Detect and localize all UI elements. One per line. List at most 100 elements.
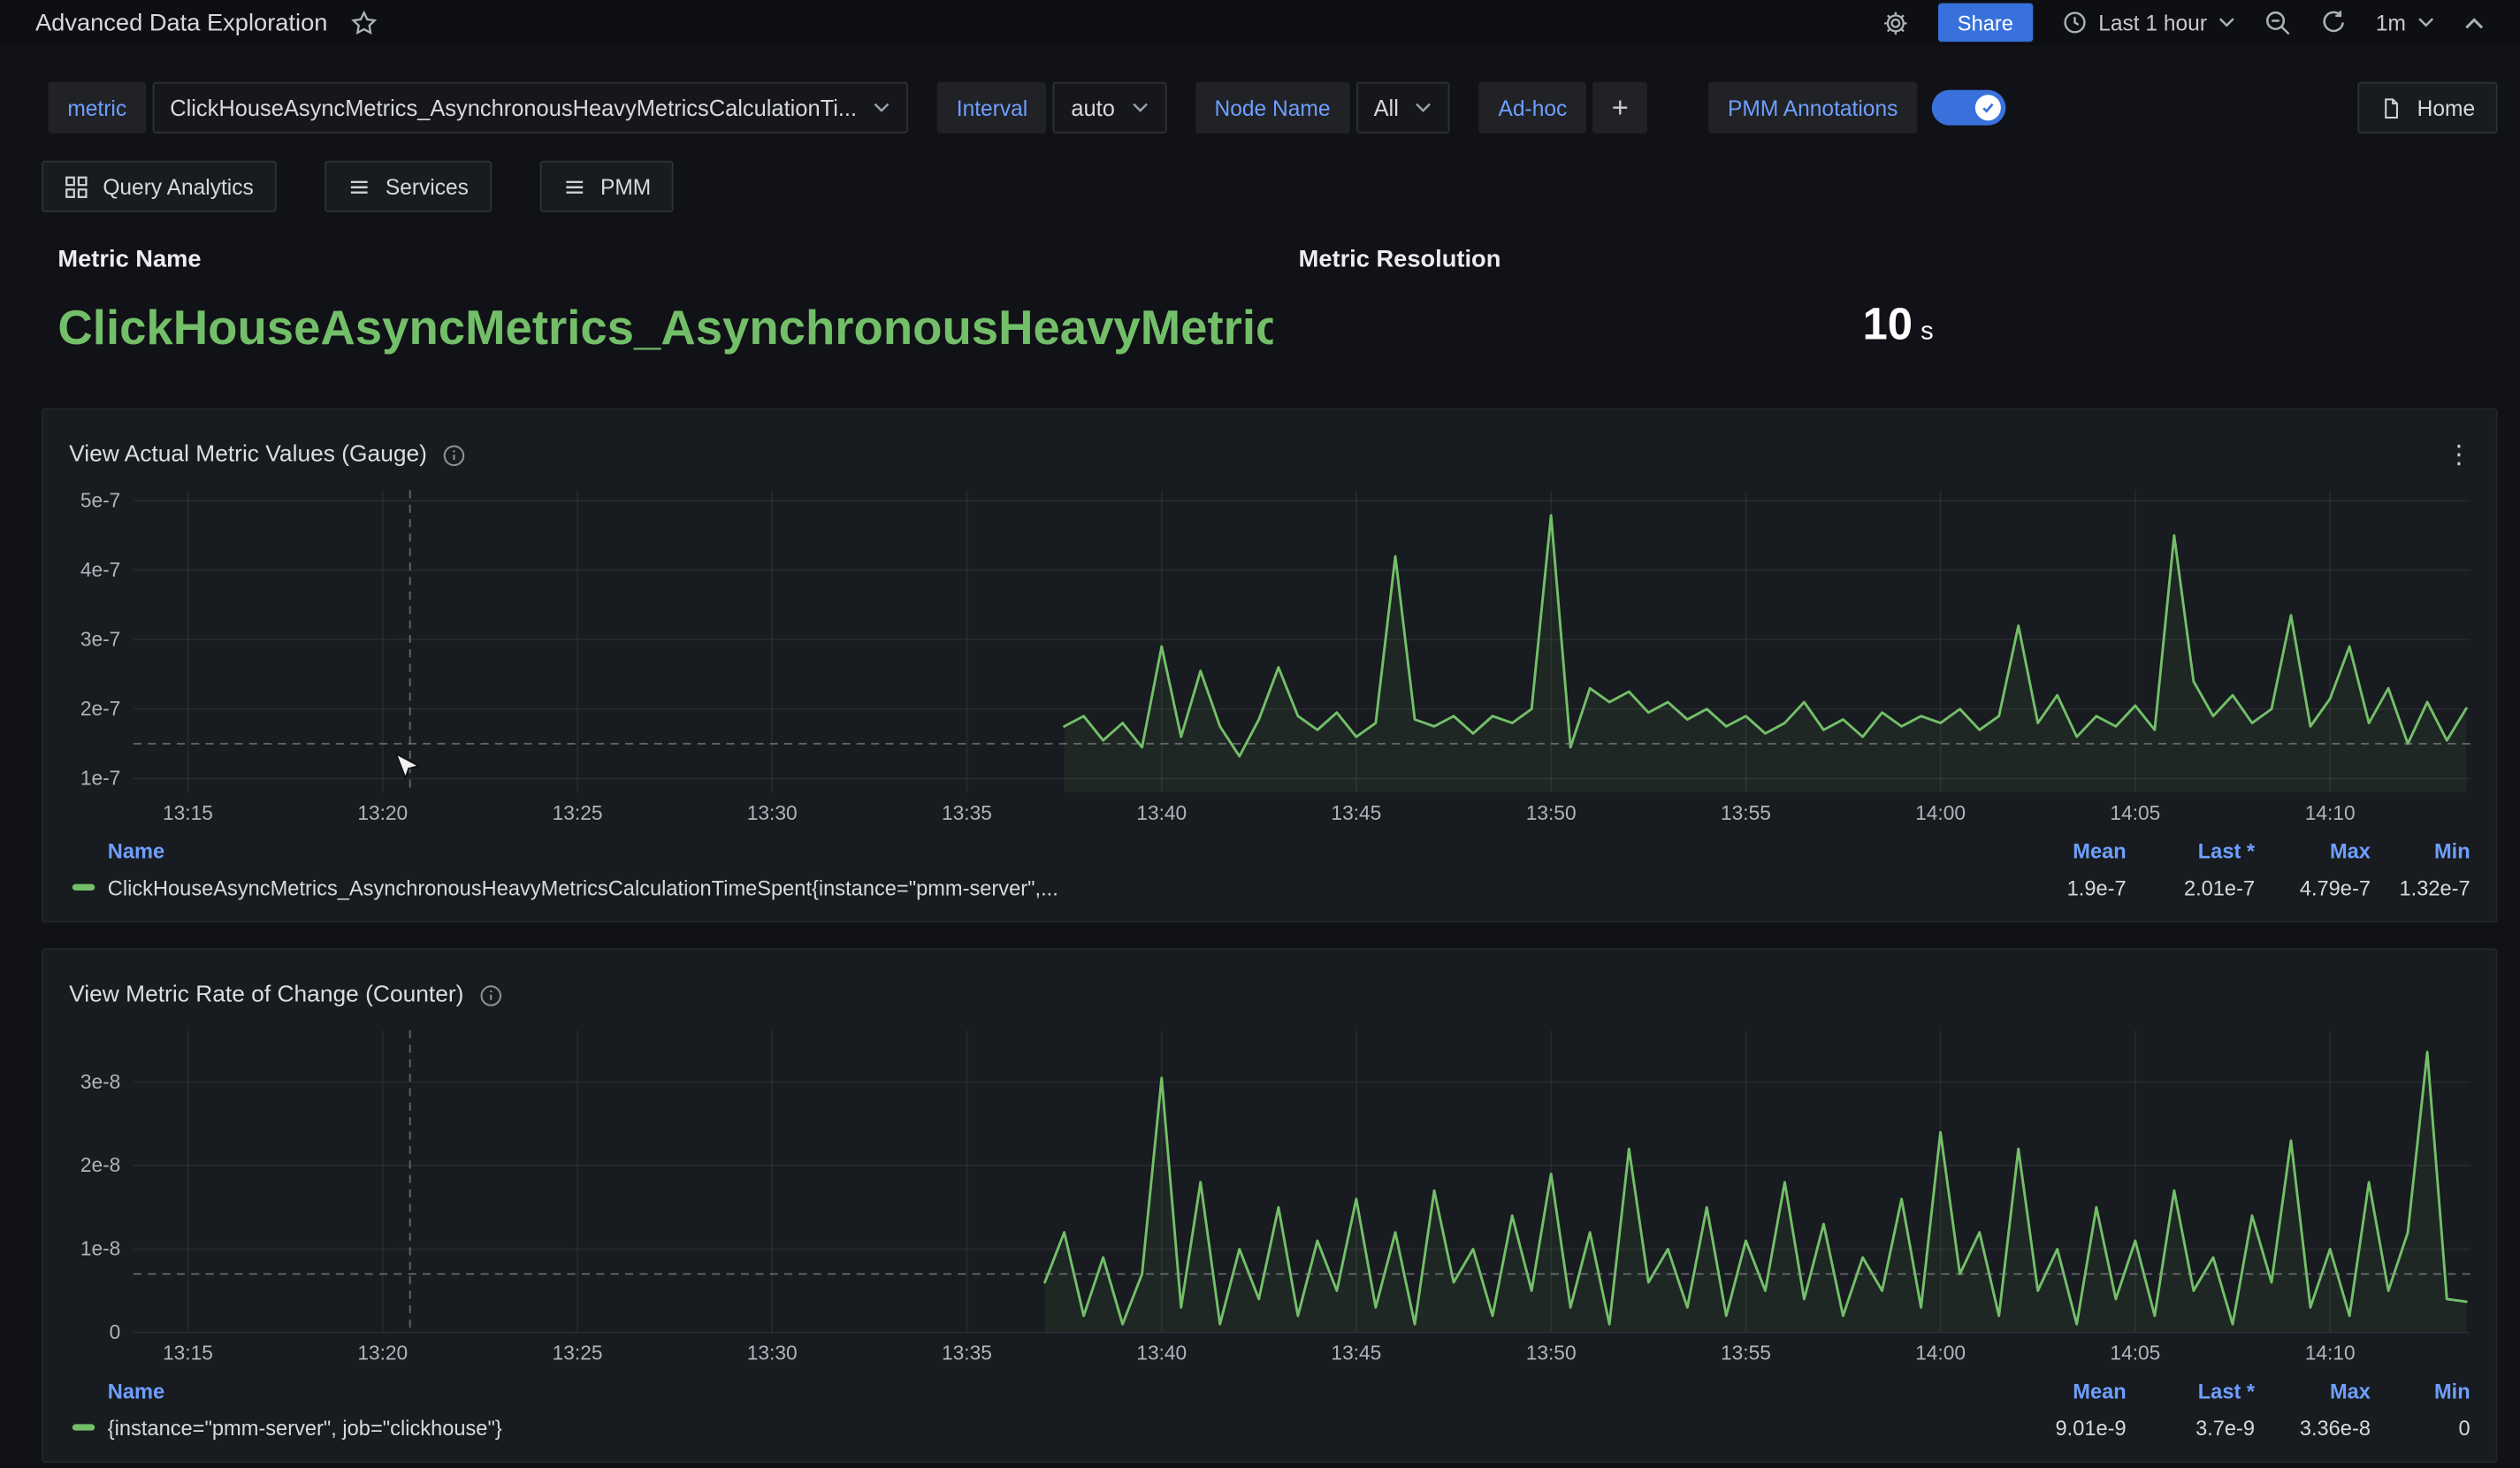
toggle-knob [1975,95,2001,120]
metric-select[interactable]: ClickHouseAsyncMetrics_AsynchronousHeavy… [152,82,908,134]
interval-select[interactable]: auto [1053,82,1166,134]
svg-text:13:15: 13:15 [163,1342,213,1365]
collapse-chevron-up-icon[interactable] [2463,15,2485,29]
info-icon[interactable] [478,982,502,1006]
series-min-value: 1.32e-7 [2371,875,2470,899]
screen: Advanced Data Exploration Share Last 1 h… [0,0,2520,1468]
svg-text:0: 0 [110,1320,121,1343]
svg-text:14:00: 14:00 [1915,801,1966,824]
svg-text:5e-7: 5e-7 [80,488,120,511]
svg-text:13:50: 13:50 [1526,801,1577,824]
svg-text:13:35: 13:35 [942,801,992,824]
refresh-interval-label: 1m [2376,11,2406,34]
series-name[interactable]: {instance="pmm-server", job="clickhouse"… [108,1415,1997,1439]
node-name-select[interactable]: All [1356,82,1450,134]
settings-gear-icon[interactable] [1882,9,1909,36]
add-adhoc-filter-button[interactable]: + [1592,82,1647,134]
svg-text:13:55: 13:55 [1721,1342,1771,1365]
svg-text:13:20: 13:20 [357,1342,408,1365]
refresh-icon[interactable] [2321,10,2347,35]
panel-actual-metric-values: View Actual Metric Values (Gauge) ⋮ 13:1… [42,409,2497,923]
svg-text:14:00: 14:00 [1915,1342,1966,1365]
metric-resolution-heading: Metric Resolution [1299,246,2498,273]
pmm-button[interactable]: PMM [539,161,674,212]
dashboard-title[interactable]: Advanced Data Exploration [35,9,327,36]
svg-text:4e-7: 4e-7 [80,558,120,581]
svg-text:13:55: 13:55 [1721,801,1771,824]
document-icon [2380,96,2402,119]
dashboard-links-row: Query Analytics Services PMM [42,159,2497,214]
legend-col-mean[interactable]: Mean [1997,1379,2126,1403]
legend-col-last[interactable]: Last * [2127,1379,2255,1403]
metric-info-section: Metric Name ClickHouseAsyncMetrics_Async… [42,246,2497,356]
svg-text:13:35: 13:35 [942,1342,992,1365]
legend-col-mean[interactable]: Mean [1997,838,2126,862]
chevron-down-icon [2218,16,2236,29]
chevron-down-icon [2417,16,2435,29]
metric-resolution-value: 10s [1299,299,2498,350]
legend-col-max[interactable]: Max [2255,838,2371,862]
node-name-select-value: All [1374,95,1399,120]
series-min-value: 0 [2371,1415,2470,1439]
legend-header: Name Mean Last * Max Min [57,1374,2484,1406]
series-max-value: 4.79e-7 [2255,875,2371,899]
zoom-out-icon[interactable] [2264,9,2292,36]
time-series-chart-counter[interactable]: 13:1513:2013:2513:3013:3513:4013:4513:50… [57,1024,2484,1372]
svg-text:14:10: 14:10 [2305,1342,2356,1365]
svg-text:13:15: 13:15 [163,801,213,824]
query-analytics-button[interactable]: Query Analytics [42,161,276,212]
time-range-picker[interactable]: Last 1 hour [2061,10,2235,35]
series-color-swatch [73,1424,95,1430]
services-label: Services [386,174,469,198]
panel-title[interactable]: View Metric Rate of Change (Counter) [69,982,463,1008]
legend-col-last[interactable]: Last * [2127,838,2255,862]
panel-menu-kebab-icon[interactable]: ⋮ [2441,437,2477,472]
time-range-label: Last 1 hour [2098,11,2207,34]
share-button[interactable]: Share [1938,4,2033,42]
panel-metric-rate-of-change: View Metric Rate of Change (Counter) 13:… [42,948,2497,1463]
interval-variable-label: Interval [937,82,1047,134]
svg-text:3e-8: 3e-8 [80,1070,120,1093]
services-button[interactable]: Services [325,161,492,212]
legend-row: {instance="pmm-server", job="clickhouse"… [57,1406,2484,1448]
svg-text:14:05: 14:05 [2110,1342,2160,1365]
series-name[interactable]: ClickHouseAsyncMetrics_AsynchronousHeavy… [108,875,1997,899]
dashboard-controls-row: metric ClickHouseAsyncMetrics_Asynchrono… [49,80,2498,135]
legend-col-name[interactable]: Name [108,838,1997,862]
svg-text:13:25: 13:25 [553,801,603,824]
home-button[interactable]: Home [2357,82,2497,134]
metric-name-heading: Metric Name [57,246,1279,273]
svg-text:13:30: 13:30 [747,1342,798,1365]
apps-grid-icon [65,174,88,198]
pmm-annotations-toggle[interactable] [1932,90,2006,126]
legend-col-name[interactable]: Name [108,1379,1997,1403]
panel-title[interactable]: View Actual Metric Values (Gauge) [69,442,427,468]
refresh-interval-picker[interactable]: 1m [2376,11,2435,34]
legend-header: Name Mean Last * Max Min [57,834,2484,866]
metric-name-value: ClickHouseAsyncMetrics_AsynchronousHeavy… [57,302,1272,357]
favorite-star-icon[interactable] [350,9,378,36]
clock-icon [2061,10,2087,35]
series-mean-value: 1.9e-7 [1997,875,2126,899]
legend-row: ClickHouseAsyncMetrics_AsynchronousHeavy… [57,867,2484,908]
time-series-chart-gauge[interactable]: 13:1513:2013:2513:3013:3513:4013:4513:50… [57,484,2484,831]
series-color-swatch [73,884,95,891]
legend-col-min[interactable]: Min [2371,1379,2470,1403]
query-analytics-label: Query Analytics [103,174,253,198]
interval-select-value: auto [1071,95,1115,120]
svg-text:14:10: 14:10 [2305,801,2356,824]
menu-list-icon [561,174,585,198]
home-button-label: Home [2417,96,2475,119]
metric-select-value: ClickHouseAsyncMetrics_AsynchronousHeavy… [170,95,857,120]
info-icon[interactable] [441,443,465,467]
metric-variable-label: metric [49,82,146,134]
svg-text:13:45: 13:45 [1331,1342,1381,1365]
pmm-label: PMM [600,174,651,198]
series-last-value: 2.01e-7 [2127,875,2255,899]
series-mean-value: 9.01e-9 [1997,1415,2126,1439]
series-last-value: 3.7e-9 [2127,1415,2255,1439]
chevron-down-icon [1415,102,1432,115]
legend-col-max[interactable]: Max [2255,1379,2371,1403]
panel-header: View Metric Rate of Change (Counter) [57,963,2484,1024]
legend-col-min[interactable]: Min [2371,838,2470,862]
